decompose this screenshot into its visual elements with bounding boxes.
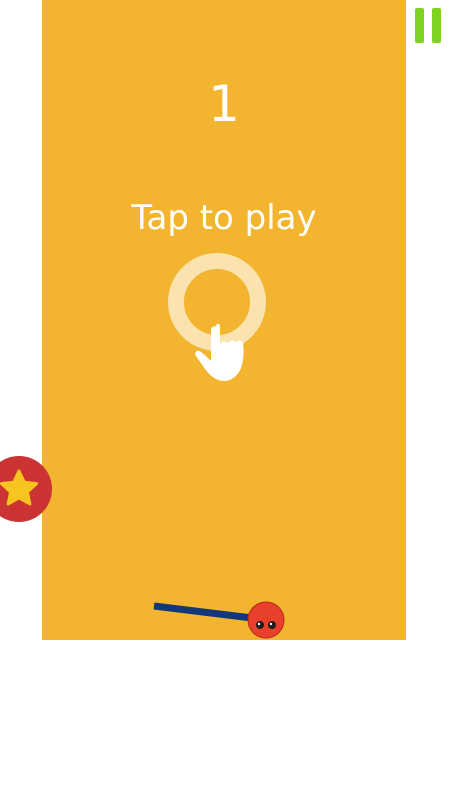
tap-hint[interactable] xyxy=(168,252,278,388)
pause-icon-bar xyxy=(432,8,441,43)
play-area[interactable]: 1 Tap to play xyxy=(42,0,406,640)
player-eye-right xyxy=(268,621,276,629)
player-eye-shine-right xyxy=(269,622,273,626)
game-screen[interactable]: 1 Tap to play xyxy=(0,0,450,800)
score-counter: 1 xyxy=(208,75,240,133)
tap-to-play-label: Tap to play xyxy=(131,198,317,238)
player-character xyxy=(153,601,285,639)
pause-button[interactable] xyxy=(412,6,446,46)
pause-icon xyxy=(415,8,424,43)
player-eye-shine-left xyxy=(257,622,261,626)
player-pole xyxy=(153,602,253,622)
star-button[interactable] xyxy=(0,456,52,522)
player-ball xyxy=(247,601,285,639)
player-eye-left xyxy=(256,621,264,629)
